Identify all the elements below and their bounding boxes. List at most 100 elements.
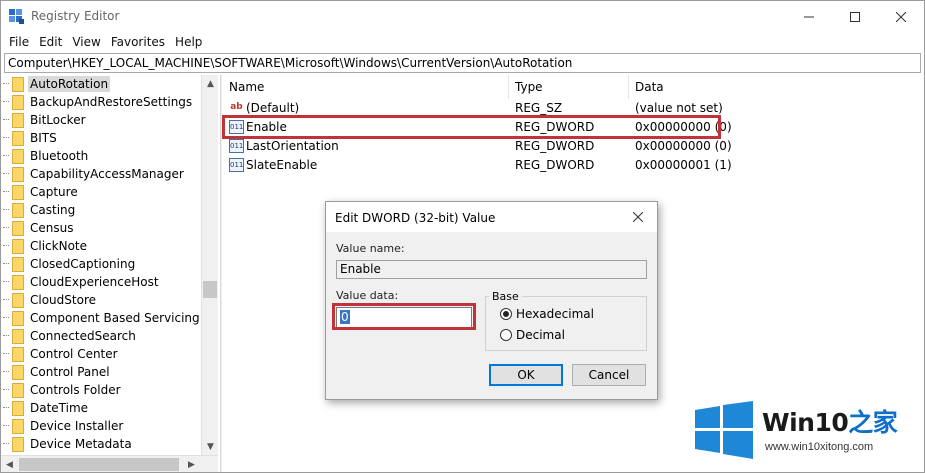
decimal-radio[interactable] [500, 329, 512, 341]
tree-item-bits[interactable]: BITS [1, 129, 201, 147]
scrollbar-thumb[interactable] [203, 281, 217, 298]
tree-item-cloudexperiencehost[interactable]: CloudExperienceHost [1, 273, 201, 291]
tree-connector [3, 263, 9, 264]
tree-connector [3, 137, 9, 138]
tree-item-label: ConnectedSearch [30, 329, 136, 343]
menu-edit[interactable]: Edit [34, 33, 67, 51]
title-bar[interactable]: Registry Editor [1, 1, 924, 32]
tree-item-device-metadata[interactable]: Device Metadata [1, 435, 201, 453]
scroll-left-arrow-icon[interactable]: ◀ [1, 456, 18, 473]
tree-connector [3, 245, 9, 246]
column-header-data[interactable]: Data [629, 75, 914, 99]
folder-icon [12, 383, 24, 398]
folder-icon [12, 221, 24, 236]
tree-item-label: BitLocker [30, 113, 86, 127]
tree-connector [3, 119, 9, 120]
folder-icon [12, 167, 24, 182]
column-header-type[interactable]: Type [509, 75, 629, 99]
tree-item-autorotation[interactable]: AutoRotation [1, 75, 201, 93]
tree-item-component-based-servicing[interactable]: Component Based Servicing [1, 309, 201, 327]
tree-connector [3, 353, 9, 354]
tree-item-casting[interactable]: Casting [1, 201, 201, 219]
folder-icon [12, 77, 24, 92]
tree-item-bluetooth[interactable]: Bluetooth [1, 147, 201, 165]
menu-bar: File Edit View Favorites Help [1, 32, 207, 52]
scroll-down-arrow-icon[interactable]: ▼ [202, 438, 219, 455]
tree-connector [3, 299, 9, 300]
tree-item-label: Device Metadata [30, 437, 132, 451]
scroll-right-arrow-icon[interactable]: ▶ [183, 456, 200, 473]
tree-item-label: Control Center [30, 347, 118, 361]
tree-connector [3, 371, 9, 372]
address-bar[interactable]: Computer\HKEY_LOCAL_MACHINE\SOFTWARE\Mic… [4, 53, 921, 73]
minimize-icon [804, 16, 814, 17]
hexadecimal-radio[interactable] [500, 308, 512, 320]
value-row-lastorientation[interactable]: 011 LastOrientation REG_DWORD 0x00000000… [223, 137, 923, 156]
watermark-brand: Win10之家 [762, 403, 898, 439]
menu-help[interactable]: Help [170, 33, 207, 51]
tree-item-label: Census [30, 221, 74, 235]
decimal-label[interactable]: Decimal [516, 328, 565, 342]
tree-item-closedcaptioning[interactable]: ClosedCaptioning [1, 255, 201, 273]
tree-connector [3, 281, 9, 282]
tree-vertical-scrollbar[interactable]: ▲ ▼ [201, 75, 218, 455]
tree-item-label: ClosedCaptioning [30, 257, 136, 271]
tree-item-capabilityaccessmanager[interactable]: CapabilityAccessManager [1, 165, 201, 183]
tree-item-control-center[interactable]: Control Center [1, 345, 201, 363]
tree-horizontal-scrollbar[interactable]: ◀ ▶ [1, 455, 218, 472]
window-title: Registry Editor [31, 9, 120, 23]
value-data: (value not set) [635, 101, 723, 115]
scroll-up-arrow-icon[interactable]: ▲ [202, 75, 219, 92]
tree-item-cloudstore[interactable]: CloudStore [1, 291, 201, 309]
watermark-brand-suffix: 之家 [848, 408, 898, 437]
value-name: SlateEnable [246, 158, 318, 172]
column-header-name[interactable]: Name [223, 75, 509, 99]
base-group-title: Base [489, 290, 522, 303]
ok-button[interactable]: OK [489, 364, 563, 386]
string-value-icon: ab [230, 102, 243, 112]
menu-favorites[interactable]: Favorites [106, 33, 170, 51]
value-data: 0x00000001 (1) [635, 158, 732, 172]
folder-icon [12, 275, 24, 290]
tree-item-backupandrestoresettings[interactable]: BackupAndRestoreSettings [1, 93, 201, 111]
tree-item-datetime[interactable]: DateTime [1, 399, 201, 417]
tree-item-census[interactable]: Census [1, 219, 201, 237]
value-data: 0x00000000 (0) [635, 139, 732, 153]
windows-logo-icon [695, 401, 753, 459]
dialog-close-button[interactable] [624, 206, 652, 228]
tree-item-device-installer[interactable]: Device Installer [1, 417, 201, 435]
tree-item-capture[interactable]: Capture [1, 183, 201, 201]
tree-item-label: Device Installer [30, 419, 124, 433]
menu-view[interactable]: View [67, 33, 105, 51]
tree-item-label: CapabilityAccessManager [30, 167, 184, 181]
value-name: (Default) [246, 101, 300, 115]
minimize-button[interactable] [786, 1, 832, 32]
watermark-brand-prefix: Win10 [762, 408, 849, 437]
tree-item-controls-folder[interactable]: Controls Folder [1, 381, 201, 399]
tree-item-label: Capture [30, 185, 78, 199]
dialog-title-bar[interactable]: Edit DWORD (32-bit) Value [326, 202, 657, 232]
tree-item-connectedsearch[interactable]: ConnectedSearch [1, 327, 201, 345]
tree-item-label: BITS [30, 131, 57, 145]
menu-file[interactable]: File [4, 33, 34, 51]
tree-item-label: Bluetooth [30, 149, 89, 163]
close-icon [896, 11, 906, 22]
value-data-highlight [332, 303, 476, 330]
value-name: LastOrientation [246, 139, 339, 153]
watermark-url: www.win10xitong.com [765, 441, 874, 453]
tree-item-control-panel[interactable]: Control Panel [1, 363, 201, 381]
scrollbar-thumb[interactable] [19, 458, 179, 471]
enable-row-highlight [222, 115, 721, 139]
cancel-button[interactable]: Cancel [572, 364, 646, 386]
folder-icon [12, 419, 24, 434]
tree-item-clicknote[interactable]: ClickNote [1, 237, 201, 255]
tree-connector [3, 389, 9, 390]
tree-item-bitlocker[interactable]: BitLocker [1, 111, 201, 129]
folder-icon [12, 365, 24, 380]
value-row-slateenable[interactable]: 011 SlateEnable REG_DWORD 0x00000001 (1) [223, 156, 923, 175]
maximize-button[interactable] [832, 1, 878, 32]
close-button[interactable] [878, 1, 924, 32]
folder-icon [12, 203, 24, 218]
hexadecimal-label[interactable]: Hexadecimal [516, 307, 594, 321]
folder-icon [12, 239, 24, 254]
